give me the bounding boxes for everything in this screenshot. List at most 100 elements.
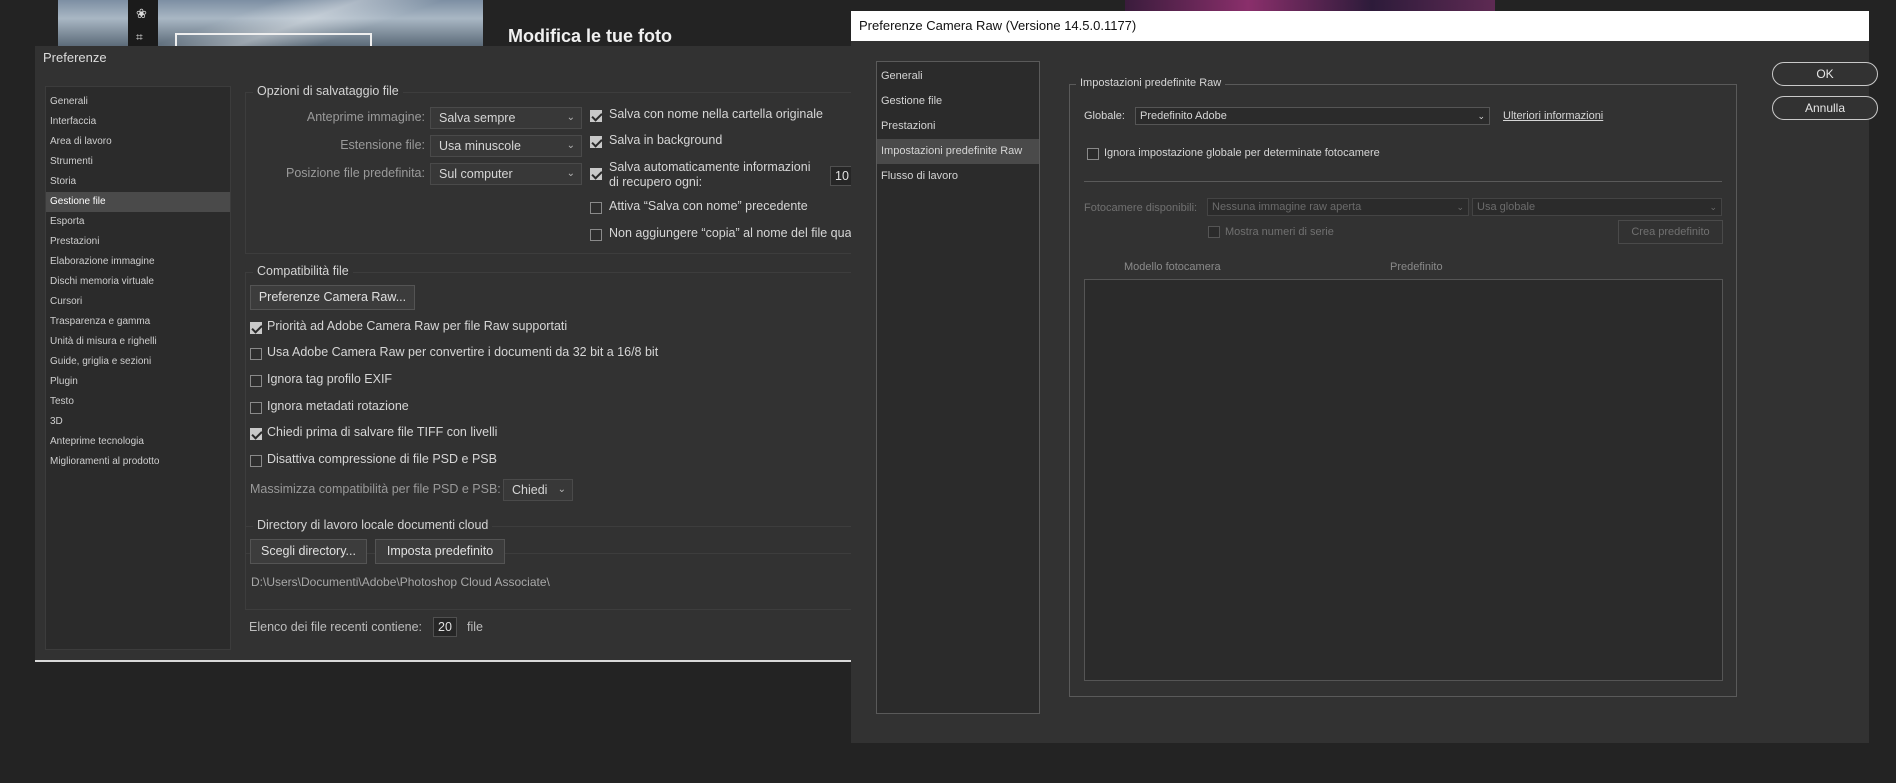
global-label: Globale: <box>1084 110 1125 122</box>
global-select[interactable]: Predefinito Adobe ⌄ <box>1135 107 1490 125</box>
no-copy-label: Non aggiungere “copia” al nome del file … <box>609 226 852 240</box>
show-serial-checkbox[interactable] <box>1208 226 1220 238</box>
maximize-label: Massimizza compatibilità per file PSD e … <box>250 482 501 496</box>
sidebar-item[interactable]: Impostazioni predefinite Raw <box>877 139 1039 164</box>
select-value: Sul computer <box>439 167 513 181</box>
no-copy-checkbox[interactable] <box>590 229 602 241</box>
save-as-checkbox[interactable] <box>590 202 602 214</box>
background-headline: Modifica le tue foto <box>508 26 672 46</box>
sidebar-item[interactable]: Area di lavoro <box>46 132 230 152</box>
camera-raw-sidebar: Generali Gestione file Prestazioni Impostaz… <box>876 61 1040 714</box>
save-background-checkbox[interactable] <box>590 136 602 148</box>
column-default: Predefinito <box>1390 261 1443 273</box>
chevron-down-icon: ⌄ <box>566 140 575 151</box>
sidebar-item[interactable]: Interfaccia <box>46 112 230 132</box>
chevron-down-icon: ⌄ <box>557 484 566 495</box>
auto-recovery-checkbox[interactable] <box>590 168 602 180</box>
select-value: Chiedi <box>512 483 548 497</box>
recent-files-field[interactable]: 20 <box>433 617 457 637</box>
chevron-down-icon: ⌄ <box>1456 202 1464 212</box>
auto-recovery-field[interactable]: 10 <box>830 166 852 186</box>
preview-select[interactable]: Salva sempre ⌄ <box>430 107 582 129</box>
compat-checkbox-4[interactable] <box>250 402 262 414</box>
use-global-select[interactable]: Usa globale ⌄ <box>1472 198 1722 216</box>
group-title: Directory di lavoro locale documenti clo… <box>253 518 493 532</box>
background-toolbar: ❀ ⌗ <box>128 0 158 46</box>
camera-raw-preferences-button[interactable]: Preferenze Camera Raw... <box>250 285 415 310</box>
sidebar-item[interactable]: Prestazioni <box>46 232 230 252</box>
compat-checkbox-2[interactable] <box>250 348 262 360</box>
compat-label-6: Disattiva compressione di file PSD e PSB <box>267 452 497 466</box>
extension-select[interactable]: Usa minuscole ⌄ <box>430 135 582 157</box>
sidebar-item[interactable]: Elaborazione immagine <box>46 252 230 272</box>
compat-label-3: Ignora tag profilo EXIF <box>267 372 393 386</box>
sidebar-item[interactable]: Strumenti <box>46 152 230 172</box>
chevron-down-icon: ⌄ <box>1709 202 1717 212</box>
separator <box>1084 181 1722 182</box>
ignore-global-label: Ignora impostazione globale per determin… <box>1104 147 1380 159</box>
chevron-down-icon: ⌄ <box>566 168 575 179</box>
lasso-icon: ❀ <box>136 6 147 21</box>
create-default-button[interactable]: Crea predefinito <box>1618 220 1723 244</box>
preferences-dialog: Preferenze Generali Interfaccia Area di la… <box>35 46 885 662</box>
select-value: Nessuna immagine raw aperta <box>1212 201 1362 213</box>
select-value: Predefinito Adobe <box>1140 110 1227 122</box>
more-info-link[interactable]: Ulteriori informazioni <box>1503 110 1603 122</box>
group-title: Compatibilità file <box>253 264 353 278</box>
compat-checkbox-6[interactable] <box>250 455 262 467</box>
show-serial-label: Mostra numeri di serie <box>1225 226 1334 238</box>
recent-files-unit: file <box>467 620 483 634</box>
sidebar-item[interactable]: Cursori <box>46 292 230 312</box>
set-default-button[interactable]: Imposta predefinito <box>375 539 505 564</box>
ok-button[interactable]: OK <box>1772 62 1878 86</box>
sidebar-item[interactable]: Gestione file <box>46 192 230 212</box>
sidebar-item[interactable]: Prestazioni <box>877 114 1039 139</box>
choose-directory-button[interactable]: Scegli directory... <box>250 539 367 564</box>
chevron-down-icon: ⌄ <box>566 112 575 123</box>
select-value: Usa minuscole <box>439 139 521 153</box>
crop-icon: ⌗ <box>136 30 143 44</box>
auto-recovery-label-1: Salva automaticamente informazioni <box>609 160 811 174</box>
sidebar-item[interactable]: Plugin <box>46 372 230 392</box>
column-model: Modello fotocamera <box>1124 261 1221 273</box>
select-value: Salva sempre <box>439 111 516 125</box>
save-as-label: Attiva “Salva con nome” precedente <box>609 199 808 213</box>
camera-list <box>1084 279 1723 681</box>
group-title: Impostazioni predefinite Raw <box>1076 77 1226 89</box>
sidebar-item[interactable]: Storia <box>46 172 230 192</box>
sidebar-item[interactable]: Generali <box>877 64 1039 89</box>
cameras-select[interactable]: Nessuna immagine raw aperta ⌄ <box>1207 198 1469 216</box>
ignore-global-checkbox[interactable] <box>1087 148 1099 160</box>
sidebar-item[interactable]: Trasparenza e gamma <box>46 312 230 332</box>
sidebar-item[interactable]: Dischi memoria virtuale <box>46 272 230 292</box>
compat-checkbox-3[interactable] <box>250 375 262 387</box>
save-original-checkbox[interactable] <box>590 110 602 122</box>
sidebar-item[interactable]: 3D <box>46 412 230 432</box>
compatibility-group <box>245 272 885 554</box>
extension-label: Estensione file: <box>340 138 425 152</box>
group-title: Opzioni di salvataggio file <box>253 84 403 98</box>
cameras-label: Fotocamere disponibili: <box>1084 202 1198 214</box>
compat-label-5: Chiedi prima di salvare file TIFF con li… <box>267 425 498 439</box>
sidebar-item[interactable]: Miglioramenti al prodotto <box>46 452 230 472</box>
dialog-title: Preferenze <box>43 50 107 65</box>
position-select[interactable]: Sul computer ⌄ <box>430 163 582 185</box>
cancel-button[interactable]: Annulla <box>1772 96 1878 120</box>
sidebar-item[interactable]: Gestione file <box>877 89 1039 114</box>
maximize-select[interactable]: Chiedi ⌄ <box>503 479 573 501</box>
sidebar-item[interactable]: Guide, griglia e sezioni <box>46 352 230 372</box>
sidebar-item[interactable]: Flusso di lavoro <box>877 164 1039 189</box>
sidebar-item[interactable]: Esporta <box>46 212 230 232</box>
sidebar-item[interactable]: Unità di misura e righelli <box>46 332 230 352</box>
sidebar-item[interactable]: Generali <box>46 92 230 112</box>
cloud-path: D:\Users\Documenti\Adobe\Photoshop Cloud… <box>251 575 550 589</box>
compat-checkbox-1[interactable] <box>250 322 262 334</box>
save-original-label: Salva con nome nella cartella originale <box>609 107 824 121</box>
compat-label-1: Priorità ad Adobe Camera Raw per file Ra… <box>267 319 568 333</box>
compat-checkbox-5[interactable] <box>250 428 262 440</box>
sidebar-item[interactable]: Anteprime tecnologia <box>46 432 230 452</box>
sidebar-item[interactable]: Testo <box>46 392 230 412</box>
auto-recovery-label-2: di recupero ogni: <box>609 175 703 189</box>
recent-files-label: Elenco dei file recenti contiene: <box>249 620 423 634</box>
chevron-down-icon: ⌄ <box>1477 111 1485 121</box>
